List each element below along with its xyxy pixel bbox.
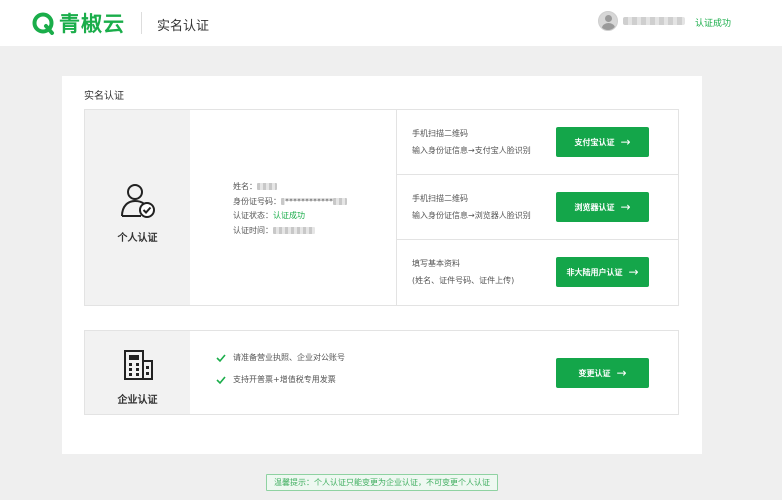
enterprise-item-text: 请准备营业执照、企业对公账号 — [233, 353, 345, 362]
change-verify-button[interactable]: 变更认证 → — [556, 358, 649, 388]
personal-info: 姓名： 身份证号码： ************ 认证状态：认证成功 认证时间： — [233, 180, 347, 238]
top-header: 青椒云 实名认证 认证成功 — [0, 0, 782, 46]
name-blurred — [257, 183, 277, 190]
enterprise-item: 请准备营业执照、企业对公账号 — [216, 352, 345, 363]
time-blurred — [273, 226, 315, 234]
button-label: 非大陆用户认证 — [566, 267, 623, 277]
button-label: 支付宝认证 — [574, 137, 615, 147]
arrow-right-icon: → — [628, 265, 639, 279]
personal-side: 个人认证 — [85, 110, 190, 305]
alipay-verify-button[interactable]: 支付宝认证 → — [556, 127, 649, 157]
user-verify-status: 认证成功 — [695, 19, 732, 29]
user-verified-icon — [121, 184, 155, 218]
enterprise-item-text: 支持开普票+增值税专用发票 — [233, 375, 336, 384]
option-browser: 手机扫描二维码 输入身份证信息→浏览器人脸识别 浏览器认证 → — [397, 175, 679, 240]
status-value: 认证成功 — [273, 211, 305, 220]
button-label: 变更认证 — [578, 368, 611, 378]
personal-verification-box: 个人认证 姓名： 身份证号码： ************ 认证状态：认证成功 认证… — [84, 109, 679, 306]
page-title: 实名认证 — [157, 19, 210, 34]
avatar[interactable] — [598, 11, 618, 31]
option-line2: 输入身份证信息→支付宝人脸识别 — [412, 146, 531, 155]
id-label: 身份证号码： — [233, 196, 281, 206]
info-time-row: 认证时间： — [233, 224, 347, 239]
name-label: 姓名： — [233, 182, 257, 191]
brand-logo[interactable]: 青椒云 — [32, 10, 125, 36]
header-divider — [141, 12, 142, 34]
option-line2: (姓名、证件号码、证件上传) — [412, 276, 515, 285]
logo-icon — [32, 12, 54, 35]
enterprise-item: 支持开普票+增值税专用发票 — [216, 374, 336, 385]
user-menu[interactable] — [598, 11, 685, 31]
time-label: 认证时间： — [233, 225, 273, 235]
id-value: ************ — [285, 196, 333, 206]
panel-title: 实名认证 — [84, 91, 124, 102]
option-line1: 手机扫描二维码 — [412, 129, 468, 138]
tip-banner: 温馨提示：个人认证只能变更为企业认证，不可变更个人认证 — [266, 474, 498, 491]
verification-panel: 实名认证 个人认证 姓名： 身份证号码： ************ 认证状态：认证… — [62, 76, 702, 454]
status-label: 认证状态： — [233, 211, 273, 220]
option-line1: 填写基本资料 — [412, 259, 460, 268]
info-id-row: 身份证号码： ************ — [233, 195, 347, 210]
check-icon — [216, 375, 226, 384]
non-mainland-verify-button[interactable]: 非大陆用户认证 → — [556, 257, 649, 287]
check-icon — [216, 353, 226, 362]
button-label: 浏览器认证 — [574, 202, 615, 212]
info-status-row: 认证状态：认证成功 — [233, 209, 347, 224]
arrow-right-icon: → — [616, 366, 627, 380]
building-icon — [124, 350, 153, 380]
option-non-mainland: 填写基本资料 (姓名、证件号码、证件上传) 非大陆用户认证 → — [397, 240, 679, 305]
option-line1: 手机扫描二维码 — [412, 194, 468, 203]
enterprise-side: 企业认证 — [85, 331, 190, 414]
personal-options: 手机扫描二维码 输入身份证信息→支付宝人脸识别 支付宝认证 → 手机扫描二维码 … — [396, 110, 679, 305]
id-blur-end — [333, 197, 347, 205]
enterprise-verification-box: 企业认证 请准备营业执照、企业对公账号 支持开普票+增值税专用发票 变更认证 → — [84, 330, 679, 415]
enterprise-label: 企业认证 — [117, 395, 158, 406]
browser-verify-button[interactable]: 浏览器认证 → — [556, 192, 649, 222]
personal-label: 个人认证 — [117, 233, 158, 244]
user-name-blurred — [623, 17, 685, 25]
tip-text: 温馨提示：个人认证只能变更为企业认证，不可变更个人认证 — [274, 478, 490, 487]
option-alipay: 手机扫描二维码 输入身份证信息→支付宝人脸识别 支付宝认证 → — [397, 110, 679, 175]
logo-text: 青椒云 — [59, 12, 125, 36]
arrow-right-icon: → — [620, 200, 631, 214]
info-name-row: 姓名： — [233, 180, 347, 195]
option-line2: 输入身份证信息→浏览器人脸识别 — [412, 211, 531, 220]
arrow-right-icon: → — [620, 135, 631, 149]
